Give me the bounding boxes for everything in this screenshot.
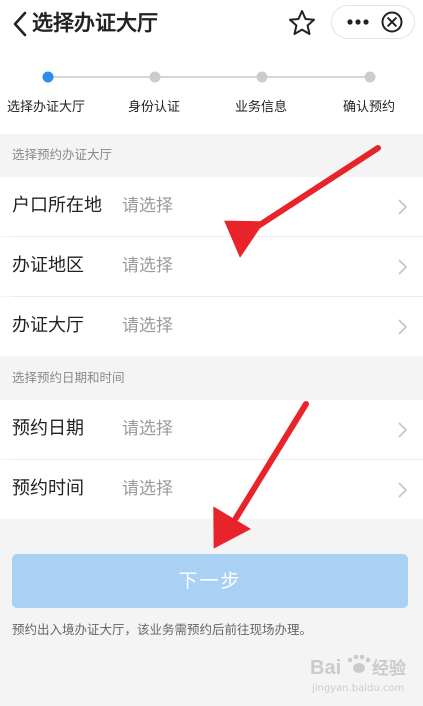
- annotation-arrows: [213, 145, 381, 549]
- annotation-arrow-2: [213, 401, 309, 549]
- annotation-arrow-1: [224, 145, 381, 258]
